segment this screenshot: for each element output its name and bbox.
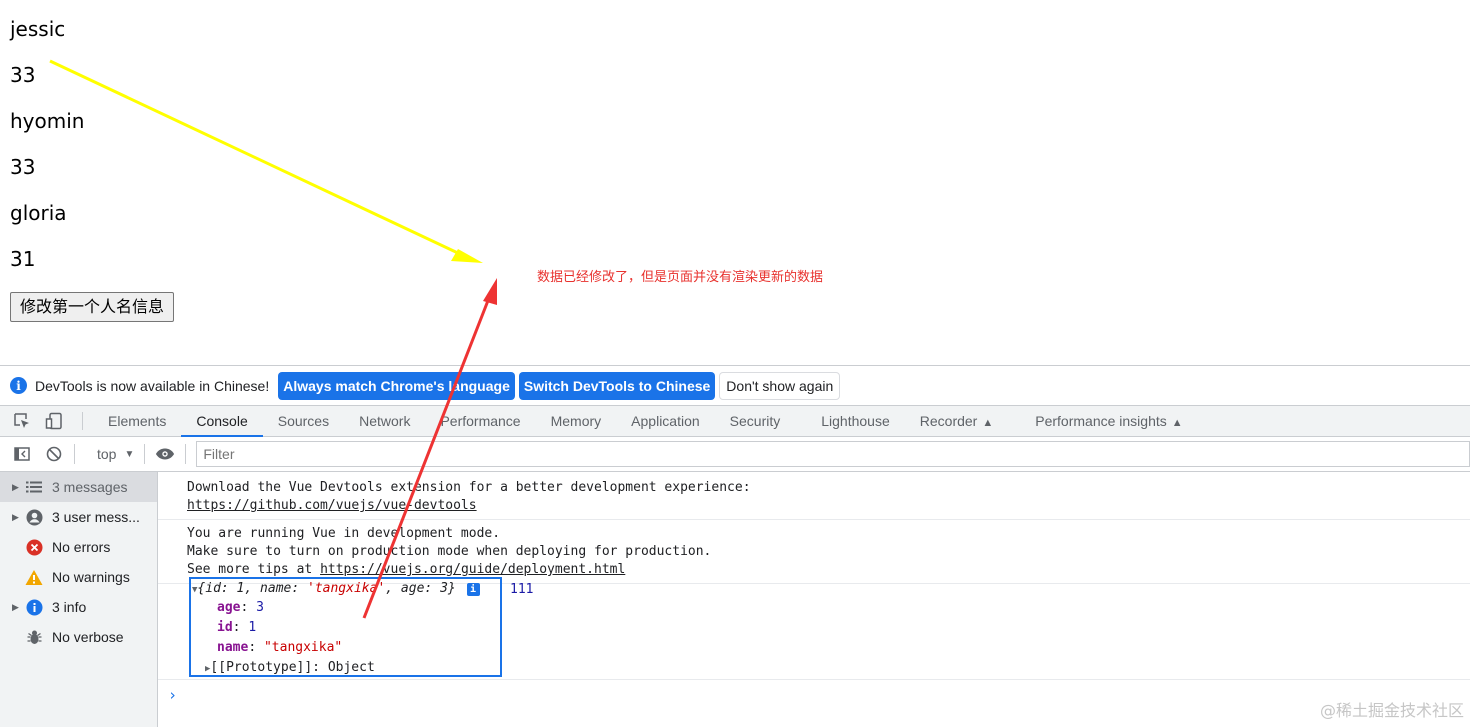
prop-key: name: [217, 640, 249, 655]
toolbar-separator: [74, 444, 75, 464]
context-selector[interactable]: top ▼: [97, 446, 134, 462]
console-prompt-icon[interactable]: ›: [168, 686, 177, 704]
sidebar-item-info[interactable]: ▶ 3 info: [0, 592, 157, 622]
tab-sources[interactable]: Sources: [263, 406, 344, 437]
sidebar-item-user-messages[interactable]: ▶ 3 user mess...: [0, 502, 157, 532]
flask-icon: ▲: [982, 416, 994, 429]
object-summary-rest: , age: 3}: [385, 581, 456, 596]
flask-icon: ▲: [1171, 416, 1183, 429]
vue-devtools-link[interactable]: https://github.com/vuejs/vue-devtools: [187, 498, 477, 513]
person-age-3: 31: [10, 247, 36, 271]
sidebar-item-warnings[interactable]: No warnings: [0, 562, 157, 592]
person-age-1: 33: [10, 63, 36, 87]
toggle-sidebar-icon[interactable]: [12, 444, 32, 464]
sidebar-item-label: No errors: [52, 539, 111, 555]
object-summary-name: 'tangxika': [307, 581, 386, 596]
prop-key: age: [217, 600, 241, 615]
dropdown-arrow-icon: ▼: [124, 448, 135, 460]
object-prop-name: name: "tangxika": [217, 640, 343, 655]
language-infobar: i DevTools is now available in Chinese! …: [0, 365, 1470, 405]
device-toolbar-icon[interactable]: [44, 411, 64, 431]
prop-key: id: [217, 620, 233, 635]
live-expression-eye-icon[interactable]: [155, 444, 175, 464]
sidebar-item-messages[interactable]: ▶ 3 messages: [0, 472, 157, 502]
console-divider: [158, 679, 1470, 680]
clear-console-icon[interactable]: [44, 444, 64, 464]
object-summary-open: {id: 1, name:: [197, 581, 307, 596]
user-icon: [24, 507, 44, 527]
tab-performance-insights-label: Performance insights: [1035, 412, 1167, 429]
tab-performance-insights[interactable]: Performance insights ▲: [1020, 406, 1197, 437]
console-message-text: Download the Vue Devtools extension for …: [187, 480, 751, 495]
devtools-panel: i DevTools is now available in Chinese! …: [0, 365, 1470, 727]
object-summary[interactable]: ▼{id: 1, name: 'tangxika', age: 3} i: [192, 580, 480, 599]
tab-recorder-label: Recorder: [919, 412, 978, 429]
sidebar-item-label: 3 info: [52, 599, 87, 615]
tab-elements[interactable]: Elements: [93, 406, 181, 437]
object-prop-age: age: 3: [217, 600, 264, 615]
tab-security[interactable]: Security: [715, 406, 807, 437]
tab-network[interactable]: Network: [344, 406, 425, 437]
tabbar-separator: [82, 412, 83, 430]
person-age-2: 33: [10, 155, 36, 179]
person-name-3: gloria: [10, 201, 67, 225]
expand-triangle-icon: ▶: [12, 601, 19, 612]
object-prop-id: id: 1: [217, 620, 257, 635]
prototype-label: [[Prototype]]: Object: [210, 660, 375, 675]
tab-performance[interactable]: Performance: [425, 406, 535, 437]
info-icon: i: [10, 377, 27, 394]
console-output: Download the Vue Devtools extension for …: [158, 472, 1470, 727]
tab-console[interactable]: Console: [181, 406, 263, 437]
toolbar-separator: [185, 444, 187, 464]
watermark: @稀土掘金技术社区: [1319, 701, 1464, 720]
sidebar-item-label: 3 user mess...: [52, 509, 140, 525]
expand-triangle-icon: ▶: [12, 481, 19, 492]
console-log-value: 111: [510, 582, 534, 597]
vue-deployment-link[interactable]: https://vuejs.org/guide/deployment.html: [320, 562, 625, 577]
tab-memory[interactable]: Memory: [536, 406, 617, 437]
sidebar-item-label: No warnings: [52, 569, 130, 585]
console-message-vue-devtools: Download the Vue Devtools extension for …: [158, 472, 1470, 520]
infobar-text: DevTools is now available in Chinese!: [35, 377, 270, 394]
console-message-dev-mode: You are running Vue in development mode.…: [158, 520, 1470, 584]
person-name-2: hyomin: [10, 109, 85, 133]
warning-icon: [24, 567, 44, 587]
prop-value: "tangxika": [263, 640, 343, 655]
object-prototype[interactable]: ▶[[Prototype]]: Object: [205, 659, 375, 678]
inspect-element-icon[interactable]: [12, 411, 32, 431]
devtools-tabbar: Elements Console Sources Network Perform…: [0, 405, 1470, 437]
sidebar-item-errors[interactable]: No errors: [0, 532, 157, 562]
console-sidebar: ▶ 3 messages ▶ 3 user mess... No errors: [0, 472, 158, 727]
tab-application[interactable]: Application: [616, 406, 715, 437]
dont-show-again-button[interactable]: Don't show again: [719, 371, 841, 400]
list-icon: [24, 477, 44, 497]
context-selector-label: top: [97, 446, 117, 462]
always-match-language-button[interactable]: Always match Chrome's language: [278, 371, 515, 400]
person-name-1: jessic: [10, 17, 66, 41]
toolbar-separator: [144, 444, 146, 464]
expand-triangle-icon: ▶: [12, 511, 19, 522]
modify-first-name-button[interactable]: 修改第一个人名信息: [10, 292, 175, 322]
sidebar-item-label: 3 messages: [52, 479, 128, 495]
console-toolbar: top ▼: [0, 437, 1470, 472]
sidebar-item-verbose[interactable]: No verbose: [0, 622, 157, 652]
switch-to-chinese-button[interactable]: Switch DevTools to Chinese: [518, 371, 716, 400]
bug-icon: [24, 627, 44, 647]
highlighted-object-box: ▼{id: 1, name: 'tangxika', age: 3} i age…: [189, 577, 502, 677]
info-icon: [24, 597, 44, 617]
annotation-text: 数据已经修改了，但是页面并没有渲染更新的数据: [537, 270, 824, 285]
prop-value: 3: [256, 600, 264, 615]
console-filter-input[interactable]: [196, 441, 1470, 467]
console-message-text: Make sure to turn on production mode whe…: [187, 544, 712, 559]
prop-value: 1: [248, 620, 257, 635]
app-page: jessic 33 hyomin 33 gloria 31 修改第一个人名信息 …: [0, 0, 1470, 365]
info-badge-icon[interactable]: i: [466, 583, 480, 596]
error-icon: [24, 537, 44, 557]
sidebar-item-label: No verbose: [52, 629, 124, 645]
console-message-text: You are running Vue in development mode.: [187, 526, 501, 541]
tab-lighthouse[interactable]: Lighthouse: [806, 406, 905, 437]
tab-recorder[interactable]: Recorder ▲: [905, 406, 1008, 437]
tips-prefix: See more tips at: [187, 562, 321, 577]
